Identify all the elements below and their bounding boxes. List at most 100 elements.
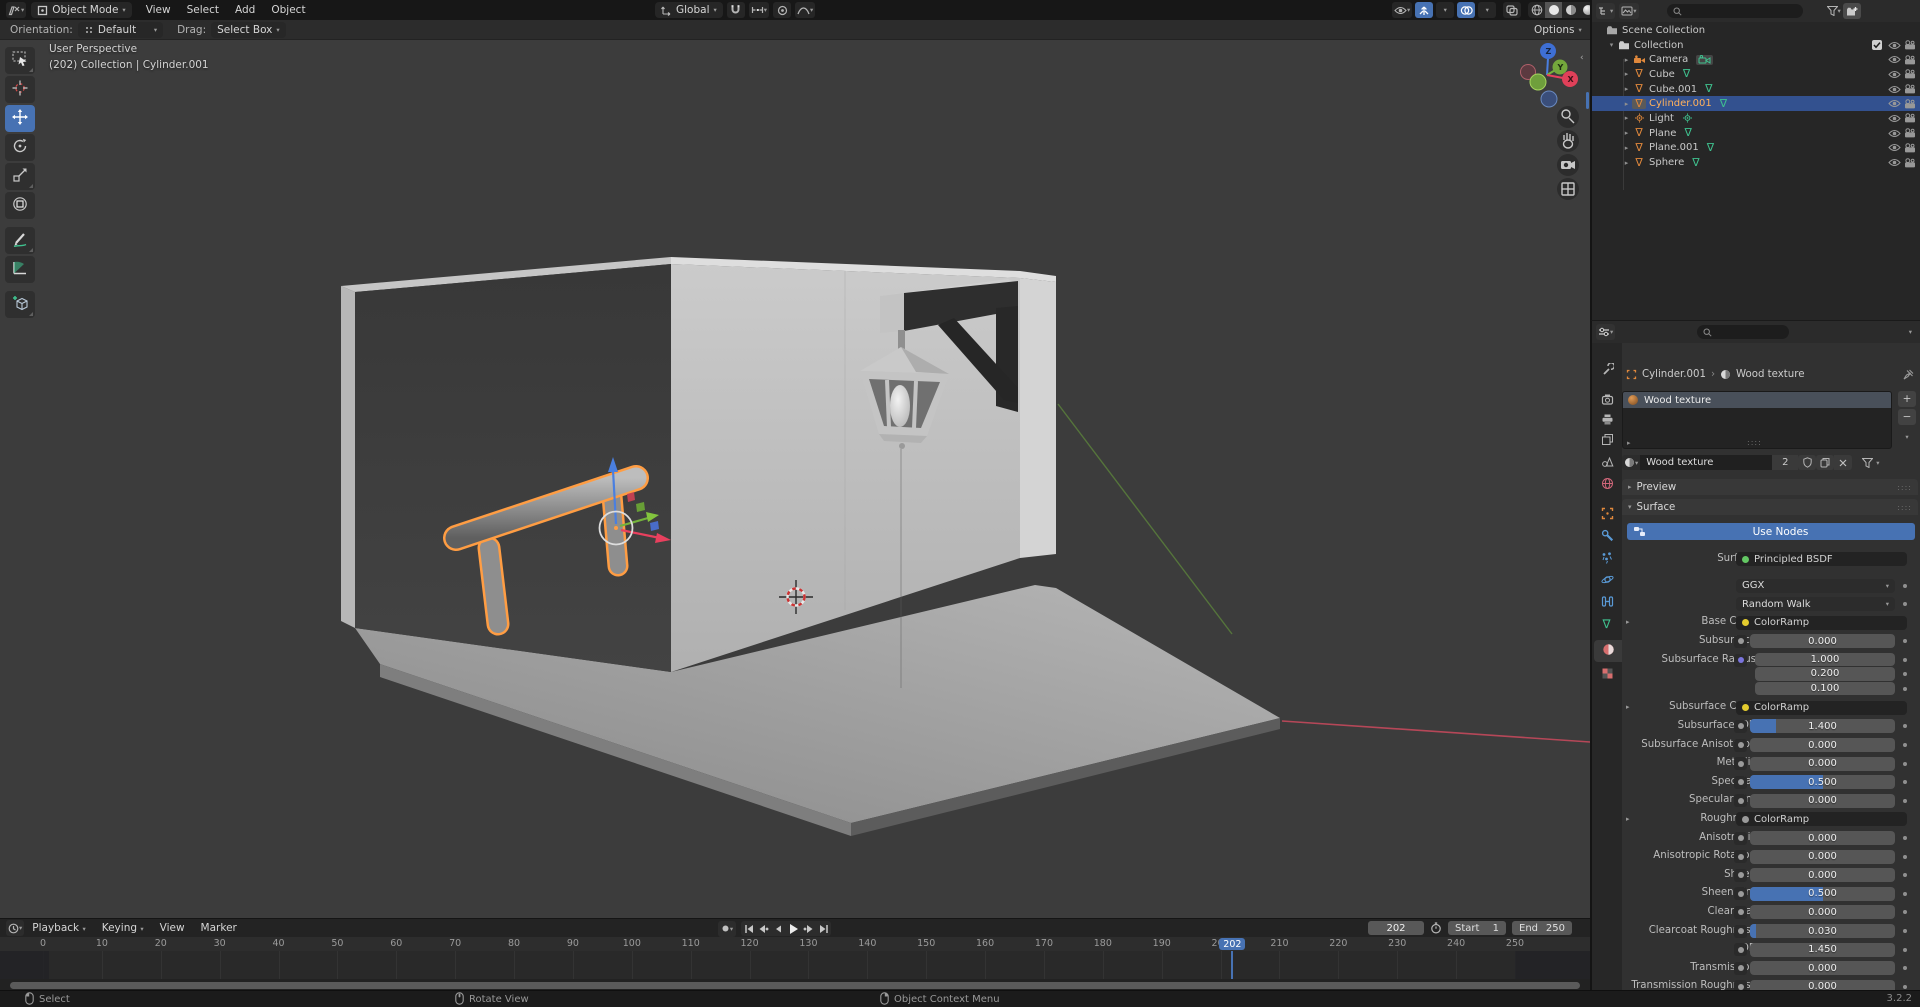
timeline-editor-type-button[interactable]: ▾ bbox=[6, 920, 24, 936]
hide-viewport-eye-icon[interactable] bbox=[1888, 70, 1901, 79]
panel-grip[interactable]: :::: bbox=[1897, 483, 1912, 492]
drag-value-dropdown[interactable]: Select Box ▾ bbox=[211, 22, 286, 38]
animate-decorator[interactable] bbox=[1903, 780, 1907, 784]
animate-decorator[interactable] bbox=[1903, 836, 1907, 840]
outliner-row-sphere[interactable]: ▸∇Sphere∇ bbox=[1592, 155, 1920, 170]
material-users-count[interactable]: 2 bbox=[1772, 455, 1798, 470]
proportional-falloff-dropdown[interactable]: ▾ bbox=[795, 2, 815, 18]
input-socket[interactable] bbox=[1734, 720, 1747, 733]
outliner-row-scene-collection[interactable]: Scene Collection bbox=[1592, 23, 1920, 38]
disable-render-camera-icon[interactable] bbox=[1904, 40, 1917, 50]
menu-view[interactable]: View bbox=[138, 4, 179, 16]
input-socket[interactable] bbox=[1734, 887, 1747, 900]
animate-decorator[interactable] bbox=[1903, 639, 1907, 643]
transform-orientation-dropdown[interactable]: Global ▾ bbox=[655, 2, 723, 18]
tool-transform-button[interactable] bbox=[5, 192, 35, 219]
shading-solid-button[interactable] bbox=[1545, 2, 1562, 18]
expander-icon[interactable]: ▸ bbox=[1621, 100, 1632, 108]
auto-keying-toggle[interactable]: ▾ bbox=[718, 921, 736, 937]
timeline-menu-keying[interactable]: Keying ▾ bbox=[94, 922, 152, 934]
node-link-field[interactable]: ColorRamp bbox=[1736, 701, 1907, 715]
value-slider[interactable]: 0.000 bbox=[1750, 634, 1895, 648]
playhead[interactable] bbox=[1231, 951, 1233, 979]
input-socket[interactable] bbox=[1734, 869, 1747, 882]
add-material-slot-button[interactable]: + bbox=[1898, 391, 1916, 407]
outliner-row-cube[interactable]: ▸∇Cube∇ bbox=[1592, 67, 1920, 82]
properties-search-input[interactable] bbox=[1716, 327, 1776, 338]
expander-icon[interactable]: ▸ bbox=[1621, 56, 1632, 64]
fake-user-shield-button[interactable] bbox=[1798, 455, 1816, 470]
menu-add[interactable]: Add bbox=[227, 4, 263, 16]
node-link-field[interactable]: Principled BSDF bbox=[1736, 552, 1907, 566]
unlink-material-button[interactable] bbox=[1834, 455, 1852, 470]
animate-decorator[interactable] bbox=[1903, 602, 1907, 606]
list-filter-expander[interactable]: ▸ bbox=[1627, 439, 1631, 447]
timeline-ruler[interactable]: 0102030405060708090100110120130140150160… bbox=[0, 937, 1590, 951]
disable-render-camera-icon[interactable] bbox=[1904, 55, 1917, 65]
tool-add-cube-button[interactable] bbox=[5, 291, 35, 318]
value-slider[interactable]: 0.000 bbox=[1750, 961, 1895, 975]
properties-tab-object[interactable] bbox=[1592, 504, 1622, 526]
properties-tab-modifiers[interactable] bbox=[1592, 526, 1622, 548]
properties-tab-render[interactable] bbox=[1592, 390, 1622, 412]
input-socket[interactable] bbox=[1734, 850, 1747, 863]
prev-frame-button[interactable] bbox=[771, 921, 786, 936]
animate-decorator[interactable] bbox=[1903, 687, 1907, 691]
expander-icon[interactable]: ▸ bbox=[1621, 159, 1632, 167]
properties-editor-type-button[interactable]: ▾ bbox=[1596, 324, 1615, 340]
value-slider[interactable]: 0.000 bbox=[1750, 831, 1895, 845]
frame-end-field[interactable]: End 250 bbox=[1512, 921, 1572, 935]
animate-decorator[interactable] bbox=[1903, 658, 1907, 662]
timeline-scrollbar[interactable] bbox=[10, 982, 1580, 989]
value-slider[interactable]: 0.000 bbox=[1750, 738, 1895, 752]
input-socket[interactable] bbox=[1734, 654, 1747, 667]
play-button[interactable] bbox=[786, 921, 801, 936]
hide-viewport-eye-icon[interactable] bbox=[1888, 55, 1901, 64]
copy-material-button[interactable] bbox=[1816, 455, 1834, 470]
use-nodes-button[interactable]: Use Nodes bbox=[1627, 523, 1915, 540]
input-socket[interactable] bbox=[1734, 925, 1747, 938]
animate-decorator[interactable] bbox=[1903, 929, 1907, 933]
properties-tab-texture[interactable] bbox=[1592, 664, 1622, 686]
jump-to-end-button[interactable] bbox=[816, 921, 831, 936]
disable-render-camera-icon[interactable] bbox=[1904, 84, 1917, 94]
material-slot-specials-dropdown[interactable]: ▾ bbox=[1898, 433, 1916, 441]
viewport-3d[interactable]: Z Y X ‹ User Perspective (202) Collect bbox=[0, 40, 1590, 918]
surface-panel-header[interactable]: ▾ Surface :::: bbox=[1622, 499, 1918, 515]
animate-decorator[interactable] bbox=[1903, 948, 1907, 952]
vector-slider[interactable]: 1.000 bbox=[1755, 653, 1895, 667]
outliner-row-light[interactable]: ▸Light bbox=[1592, 111, 1920, 126]
outliner-row-camera[interactable]: ▸Camera bbox=[1592, 52, 1920, 67]
animate-decorator[interactable] bbox=[1903, 985, 1907, 989]
animate-decorator[interactable] bbox=[1903, 584, 1907, 588]
hide-viewport-eye-icon[interactable] bbox=[1888, 158, 1901, 167]
menu-object[interactable]: Object bbox=[263, 4, 313, 16]
value-slider[interactable]: 0.000 bbox=[1750, 868, 1895, 882]
timeline-menu-marker[interactable]: Marker bbox=[193, 922, 245, 934]
expander-icon[interactable]: ▾ bbox=[1606, 41, 1617, 49]
tool-annotate-button[interactable] bbox=[5, 227, 35, 254]
properties-tab-constraints[interactable] bbox=[1592, 592, 1622, 614]
value-slider[interactable]: 1.450 bbox=[1750, 943, 1895, 957]
browse-material-button[interactable]: ▾ bbox=[1622, 455, 1640, 470]
timeline-menu-playback[interactable]: Playback ▾ bbox=[24, 922, 93, 934]
animate-decorator[interactable] bbox=[1903, 743, 1907, 747]
value-slider[interactable]: 0.500 bbox=[1750, 887, 1895, 901]
value-slider[interactable]: 0.000 bbox=[1750, 794, 1895, 808]
orientation-default-dropdown[interactable]: Default ▾ bbox=[78, 22, 163, 38]
properties-tab-material[interactable] bbox=[1594, 640, 1622, 662]
jump-next-keyframe-button[interactable] bbox=[801, 921, 816, 936]
input-socket[interactable] bbox=[1734, 962, 1747, 975]
input-socket[interactable] bbox=[1734, 635, 1747, 648]
outliner-editor-type-button[interactable]: ▾ bbox=[1596, 3, 1615, 19]
animate-decorator[interactable] bbox=[1903, 892, 1907, 896]
jump-prev-keyframe-button[interactable] bbox=[756, 921, 771, 936]
input-socket[interactable] bbox=[1734, 757, 1747, 770]
disable-render-camera-icon[interactable] bbox=[1904, 113, 1917, 123]
options-dropdown[interactable]: Options ▾ bbox=[1534, 24, 1582, 36]
editor-type-button[interactable]: ▾ bbox=[6, 2, 26, 18]
vector-slider[interactable]: 0.200 bbox=[1755, 667, 1895, 681]
material-name-field[interactable]: Wood texture bbox=[1640, 455, 1772, 470]
properties-tab-object-data[interactable]: ∇ bbox=[1592, 614, 1622, 636]
overlays-dropdown[interactable]: ▾ bbox=[1478, 2, 1496, 18]
